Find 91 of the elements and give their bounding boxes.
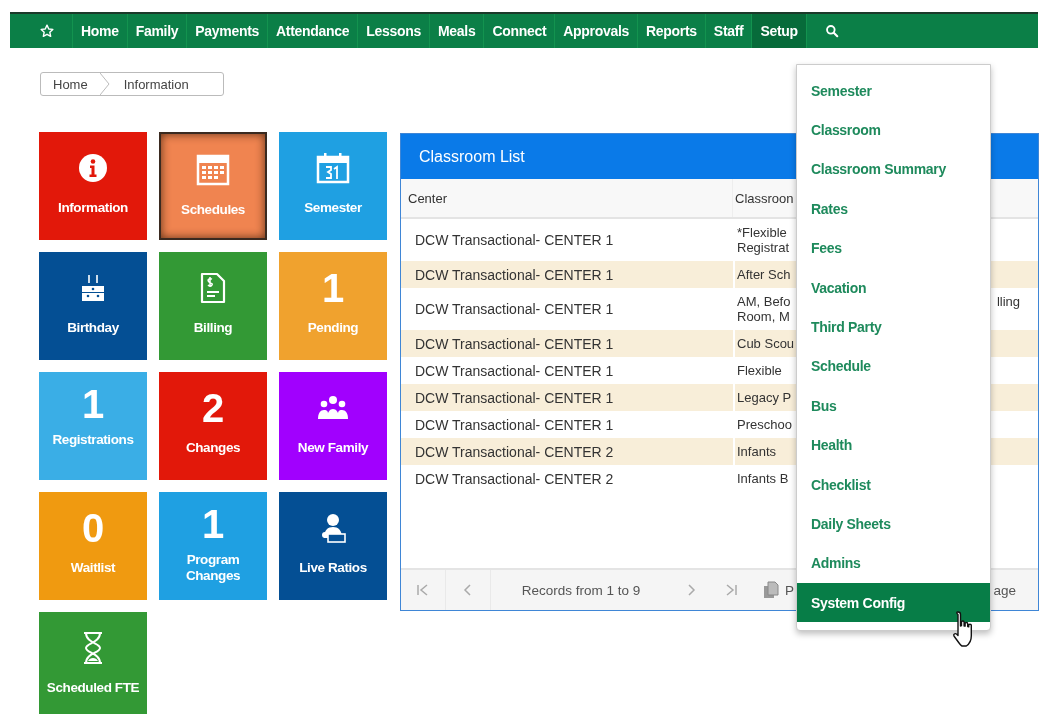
table-cell: Flexible — [737, 363, 782, 378]
nav-menu-item[interactable]: Attendance — [268, 14, 359, 48]
count-number: 2 — [201, 388, 225, 428]
dashboard-tile[interactable]: Scheduled FTE — [39, 612, 147, 714]
dropdown-menu-item[interactable]: Semester — [797, 71, 990, 111]
info-icon — [78, 153, 108, 183]
count-number: 0 — [81, 508, 105, 548]
invoice-icon — [200, 272, 226, 304]
table-cell: Preschoo — [737, 417, 792, 432]
copy-icon[interactable] — [763, 581, 779, 599]
table-cell: DCW Transactional- CENTER 1 — [415, 301, 614, 317]
table-cell: Cub Scou — [737, 336, 795, 351]
nav-menu-item[interactable]: Home — [73, 14, 128, 48]
dashboard-tile[interactable]: 1 Program Changes — [159, 492, 267, 600]
dropdown-menu-item[interactable]: Third Party — [797, 307, 990, 347]
tile-label: Waitlist — [70, 560, 116, 576]
table-cell: DCW Transactional- CENTER 1 — [415, 266, 614, 283]
table-cell: After Sch — [737, 267, 791, 282]
nav-menu-item[interactable]: Connect — [484, 14, 556, 48]
dashboard-tile[interactable]: Billing — [159, 252, 267, 360]
dropdown-menu-item[interactable]: Vacation — [797, 267, 990, 308]
table-cell: Room, M — [737, 309, 791, 324]
dashboard-tile[interactable]: Semester — [279, 132, 387, 240]
tile-label: Schedules — [181, 202, 245, 218]
count-number: 1 — [81, 384, 105, 424]
tile-label: Scheduled FTE — [46, 680, 140, 696]
tile-label: Birthday — [67, 320, 119, 336]
tile-label: Live Ratios — [299, 560, 367, 576]
tile-label: Changes — [185, 440, 241, 456]
breadcrumb-link[interactable]: Information — [109, 76, 201, 92]
dropdown-menu-item[interactable]: Classroom — [797, 110, 990, 150]
nav-menu-item[interactable]: Lessons — [358, 14, 430, 48]
tile-label: New Family — [297, 440, 369, 456]
table-cell: DCW Transactional- CENTER 1 — [415, 416, 614, 433]
nav-menu-item[interactable]: Approvals — [555, 14, 639, 48]
count-number: 1 — [201, 504, 225, 544]
nav-menu-item[interactable]: Setup — [752, 14, 807, 48]
calendar-icon — [316, 152, 350, 184]
tile-label: Registrations — [52, 432, 134, 448]
table-cell: Registrat — [737, 240, 790, 255]
calendar-grid-icon — [196, 154, 230, 186]
table-cell: Infants — [737, 444, 777, 459]
column-header[interactable]: Center — [408, 190, 448, 206]
tile-label: Pending — [307, 320, 359, 336]
tile-label: Billing — [193, 320, 233, 336]
table-cell: DCW Transactional- CENTER 1 — [415, 389, 614, 406]
tile-label: Semester — [304, 200, 362, 216]
dropdown-menu-item[interactable]: Admins — [797, 543, 990, 584]
dashboard-tile[interactable]: New Family — [279, 372, 387, 480]
records-count-text: Records from 1 to 9 — [520, 582, 642, 598]
dashboard-tile[interactable]: Birthday — [39, 252, 147, 360]
dashboard-tile[interactable]: Live Ratios — [279, 492, 387, 600]
dropdown-menu-item[interactable]: System Config — [797, 583, 990, 623]
teacher-at-desk-icon — [319, 512, 347, 544]
dashboard-tile[interactable]: Information — [39, 132, 147, 240]
panel-title: Classroom List — [419, 147, 525, 166]
pager-text: P — [785, 582, 794, 598]
tile-label: Information — [58, 200, 128, 216]
count-number: 1 — [321, 268, 345, 308]
table-cell: lling — [996, 294, 1020, 309]
column-header[interactable]: Classroon — [735, 190, 794, 206]
tile-label: Program Changes — [184, 552, 242, 584]
dropdown-menu-item[interactable]: Fees — [797, 228, 990, 268]
nav-menu-item[interactable]: Payments — [187, 14, 268, 48]
table-cell-text: *Flexible — [737, 225, 788, 240]
nav-menu-item[interactable]: Family — [127, 14, 188, 48]
dashboard-tile[interactable]: 1 Registrations — [39, 372, 147, 480]
dropdown-menu-item[interactable]: Schedule — [797, 346, 990, 387]
dashboard-tile[interactable]: Schedules — [159, 132, 267, 240]
table-cell: AM, Befo — [737, 294, 791, 309]
table-cell: DCW Transactional- CENTER 1 — [415, 232, 614, 248]
table-cell: DCW Transactional- CENTER 2 — [415, 470, 614, 487]
table-cell: DCW Transactional- CENTER 2 — [415, 443, 614, 460]
birthday-cake-icon — [79, 273, 107, 303]
dashboard-tile[interactable]: 2 Changes — [159, 372, 267, 480]
table-cell: Infants B — [737, 471, 789, 486]
dropdown-menu-item[interactable]: Rates — [797, 189, 990, 229]
dropdown-menu-item[interactable]: Health — [797, 425, 990, 465]
pager-text: age — [993, 582, 1016, 598]
hourglass-icon — [82, 631, 104, 665]
table-cell: Legacy P — [737, 390, 792, 405]
dropdown-menu-item[interactable]: Classroom Summary — [797, 149, 990, 190]
family-group-icon — [317, 395, 349, 421]
nav-menu-item[interactable]: Meals — [429, 14, 485, 48]
nav-menu-item[interactable]: Reports — [638, 14, 706, 48]
breadcrumb-link[interactable]: Home — [41, 76, 100, 92]
dropdown-menu-item[interactable]: Bus — [797, 386, 990, 426]
dropdown-menu-item[interactable]: Daily Sheets — [797, 504, 990, 544]
dropdown-menu-item[interactable]: Checklist — [797, 464, 990, 505]
table-cell: DCW Transactional- CENTER 1 — [415, 362, 614, 379]
table-cell: DCW Transactional- CENTER 1 — [415, 335, 614, 352]
